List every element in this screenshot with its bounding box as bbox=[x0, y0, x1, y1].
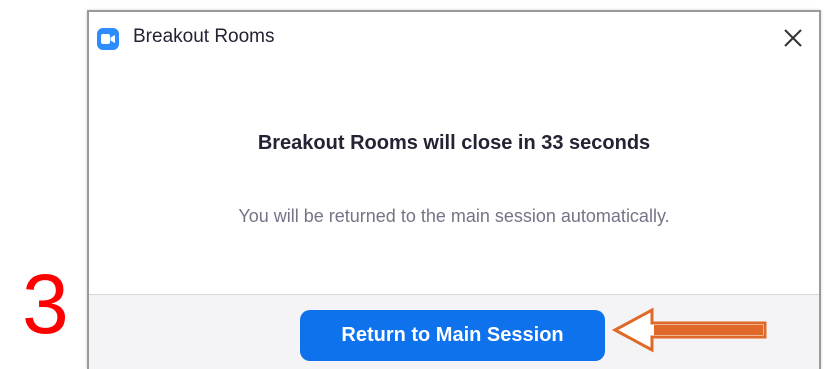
zoom-camera-icon bbox=[97, 28, 119, 50]
dialog-subtext: You will be returned to the main session… bbox=[238, 206, 670, 226]
close-button[interactable] bbox=[775, 20, 811, 56]
screenshot-stage: 3 Breakout Rooms Breakout Rooms will clo… bbox=[0, 0, 833, 369]
dialog-headline: Breakout Rooms will close in 33 seconds bbox=[257, 132, 651, 154]
return-to-main-session-button[interactable]: Return to Main Session bbox=[300, 310, 605, 361]
step-number: 3 bbox=[22, 257, 69, 351]
dialog-titlebar: Breakout Rooms bbox=[89, 12, 819, 64]
close-icon bbox=[784, 29, 802, 47]
dialog-title: Breakout Rooms bbox=[133, 26, 275, 47]
left-arrow-icon bbox=[612, 307, 767, 353]
